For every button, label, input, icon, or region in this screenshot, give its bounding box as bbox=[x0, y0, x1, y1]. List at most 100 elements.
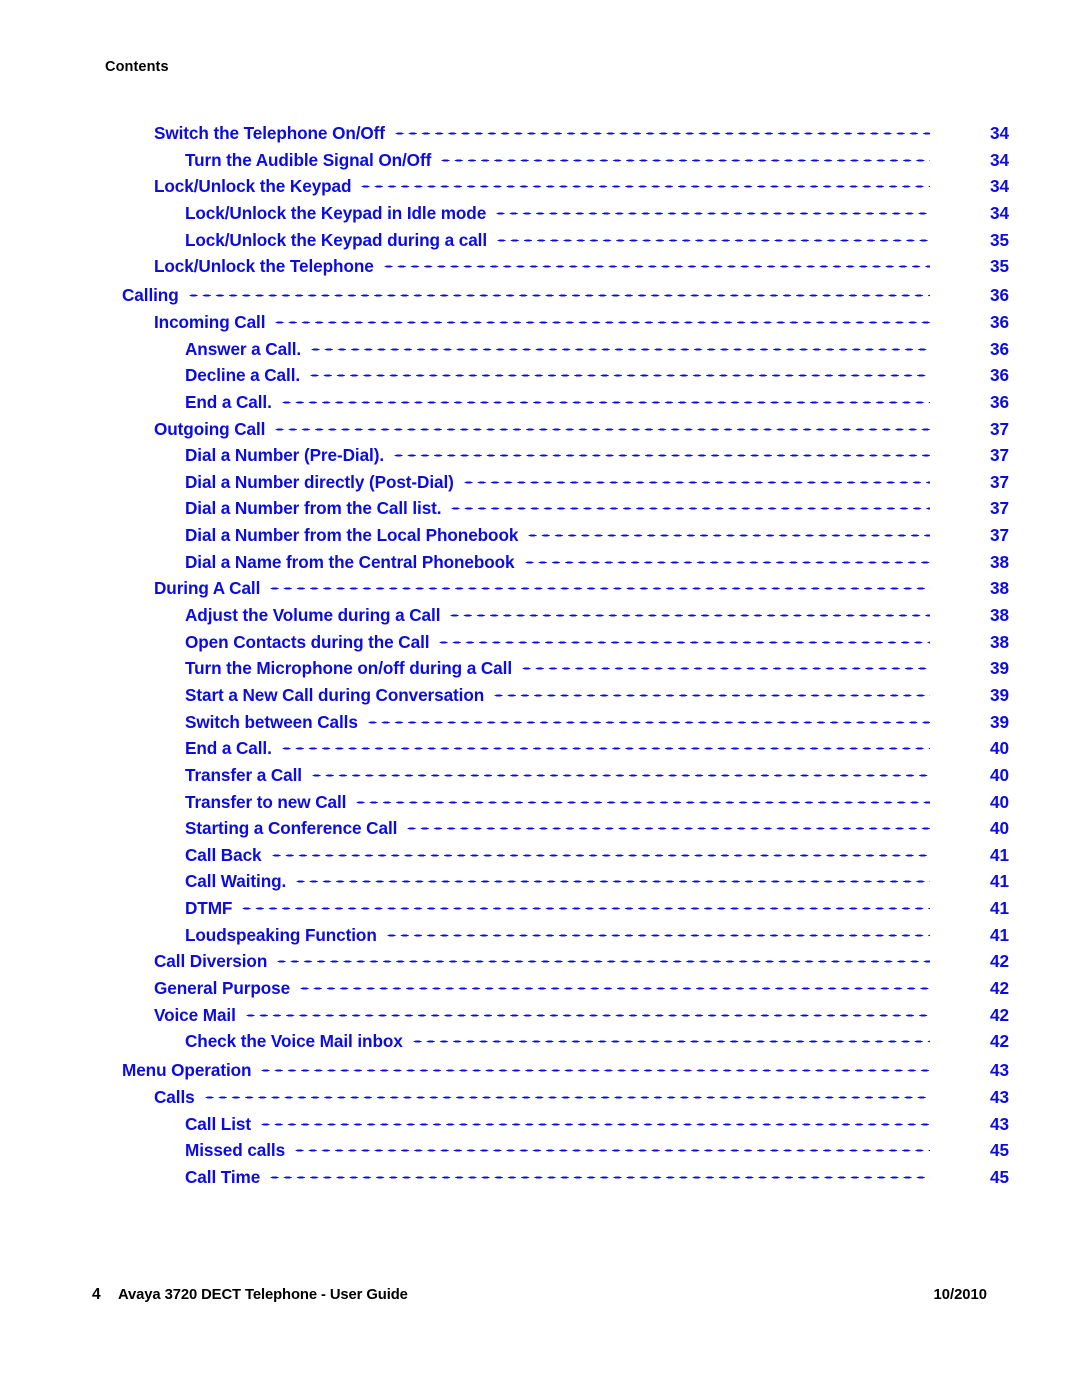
toc-entry-page-number: 39 bbox=[990, 711, 1009, 732]
toc-row: Call Time 45 bbox=[0, 1164, 1080, 1191]
toc-entry-title: Lock/Unlock the Keypad bbox=[154, 176, 352, 197]
toc-entry[interactable]: Lock/Unlock the Telephone 35 bbox=[0, 253, 1080, 280]
toc-entry-page-number: 38 bbox=[990, 578, 1009, 599]
toc-entry[interactable]: Incoming Call 36 bbox=[0, 309, 1080, 336]
toc-row: Calls 43 bbox=[0, 1084, 1080, 1111]
toc-entry[interactable]: Call Diversion 42 bbox=[0, 948, 1080, 975]
footer-document-title: Avaya 3720 DECT Telephone - User Guide bbox=[118, 1287, 408, 1303]
toc-row: Outgoing Call 37 bbox=[0, 416, 1080, 443]
toc-entry[interactable]: Turn the Audible Signal On/Off 34 bbox=[0, 147, 1080, 174]
toc-entry[interactable]: Transfer a Call 40 bbox=[0, 762, 1080, 789]
toc-entry-page-number: 40 bbox=[990, 764, 1009, 785]
toc-entry-page-number: 41 bbox=[990, 844, 1009, 865]
toc-entry[interactable]: Loudspeaking Function 41 bbox=[0, 922, 1080, 949]
toc-entry[interactable]: Dial a Number from the Call list. 37 bbox=[0, 495, 1080, 522]
toc-entry-page-number: 37 bbox=[990, 525, 1009, 546]
toc-entry-page-number: 45 bbox=[990, 1166, 1009, 1187]
toc-dot-leader bbox=[354, 789, 930, 806]
toc-entry[interactable]: Dial a Number directly (Post-Dial) 37 bbox=[0, 469, 1080, 496]
toc-row: Dial a Number from the Call list. 37 bbox=[0, 495, 1080, 522]
toc-entry-title: Loudspeaking Function bbox=[185, 924, 377, 945]
toc-entry[interactable]: DTMF 41 bbox=[0, 895, 1080, 922]
toc-entry[interactable]: Open Contacts during the Call 38 bbox=[0, 629, 1080, 656]
toc-entry[interactable]: Check the Voice Mail inbox 42 bbox=[0, 1028, 1080, 1055]
toc-entry-page-number: 36 bbox=[990, 311, 1009, 332]
toc-entry[interactable]: Dial a Name from the Central Phonebook 38 bbox=[0, 549, 1080, 576]
toc-entry-title: Dial a Number (Pre-Dial). bbox=[185, 445, 385, 466]
toc-row: Menu Operation 43 bbox=[0, 1057, 1080, 1084]
toc-entry[interactable]: Call List 43 bbox=[0, 1111, 1080, 1138]
toc-dot-leader bbox=[268, 575, 930, 592]
toc-row: Call Diversion 42 bbox=[0, 948, 1080, 975]
toc-entry[interactable]: Calling 36 bbox=[0, 282, 1080, 309]
toc-row: Lock/Unlock the Keypad in Idle mode 34 bbox=[0, 200, 1080, 227]
toc-dot-leader bbox=[461, 469, 930, 486]
toc-dot-leader bbox=[359, 173, 930, 190]
toc-entry[interactable]: Dial a Number from the Local Phonebook 37 bbox=[0, 522, 1080, 549]
toc-dot-leader bbox=[437, 629, 930, 646]
toc-entry-title: Calls bbox=[154, 1087, 195, 1108]
toc-entry-page-number: 37 bbox=[990, 418, 1009, 439]
toc-entry[interactable]: Call Time 45 bbox=[0, 1164, 1080, 1191]
toc-entry-title: Lock/Unlock the Keypad during a call bbox=[185, 229, 488, 250]
toc-entry[interactable]: Menu Operation 43 bbox=[0, 1057, 1080, 1084]
toc-entry-title: Start a New Call during Conversation bbox=[185, 684, 485, 705]
toc-dot-leader bbox=[494, 200, 930, 217]
toc-entry[interactable]: Start a New Call during Conversation 39 bbox=[0, 682, 1080, 709]
toc-entry-title: Incoming Call bbox=[154, 311, 266, 332]
toc-dot-leader bbox=[309, 762, 930, 779]
toc-entry[interactable]: Voice Mail 42 bbox=[0, 1002, 1080, 1029]
toc-row: Adjust the Volume during a Call 38 bbox=[0, 602, 1080, 629]
toc-entry-page-number: 37 bbox=[990, 445, 1009, 466]
toc-row: End a Call. 40 bbox=[0, 735, 1080, 762]
toc-entry-page-number: 36 bbox=[990, 285, 1009, 306]
toc-dot-leader bbox=[392, 120, 930, 137]
toc-entry[interactable]: Calls 43 bbox=[0, 1084, 1080, 1111]
toc-entry-page-number: 43 bbox=[990, 1087, 1009, 1108]
toc-row: Starting a Conference Call 40 bbox=[0, 815, 1080, 842]
toc-entry[interactable]: Starting a Conference Call 40 bbox=[0, 815, 1080, 842]
toc-entry[interactable]: Lock/Unlock the Keypad during a call 35 bbox=[0, 227, 1080, 254]
toc-entry-title: Call Diversion bbox=[154, 951, 268, 972]
toc-entry-title: Dial a Number directly (Post-Dial) bbox=[185, 471, 454, 492]
toc-entry[interactable]: End a Call. 40 bbox=[0, 735, 1080, 762]
toc-row: Call Waiting. 41 bbox=[0, 868, 1080, 895]
toc-entry[interactable]: Switch between Calls 39 bbox=[0, 709, 1080, 736]
toc-dot-leader bbox=[365, 709, 930, 726]
toc-entry-page-number: 39 bbox=[990, 658, 1009, 679]
toc-entry-page-number: 45 bbox=[990, 1140, 1009, 1161]
toc-entry-page-number: 42 bbox=[990, 1004, 1009, 1025]
toc-entry[interactable]: Missed calls 45 bbox=[0, 1137, 1080, 1164]
toc-dot-leader bbox=[439, 147, 930, 164]
toc-entry-title: General Purpose bbox=[154, 978, 291, 998]
toc-entry[interactable]: End a Call. 36 bbox=[0, 389, 1080, 416]
toc-row: Lock/Unlock the Keypad 34 bbox=[0, 173, 1080, 200]
toc-entry[interactable]: Call Back 41 bbox=[0, 842, 1080, 869]
toc-entry[interactable]: Turn the Microphone on/off during a Call… bbox=[0, 655, 1080, 682]
toc-row: End a Call. 36 bbox=[0, 389, 1080, 416]
toc-entry-page-number: 34 bbox=[990, 202, 1009, 223]
toc-entry[interactable]: Switch the Telephone On/Off 34 bbox=[0, 120, 1080, 147]
toc-entry-title: Dial a Number from the Call list. bbox=[185, 498, 442, 519]
toc-entry-title: End a Call. bbox=[185, 391, 272, 412]
toc-entry-page-number: 35 bbox=[990, 229, 1009, 250]
toc-entry[interactable]: Adjust the Volume during a Call 38 bbox=[0, 602, 1080, 629]
toc-entry[interactable]: Transfer to new Call 40 bbox=[0, 789, 1080, 816]
toc-entry-title: Adjust the Volume during a Call bbox=[185, 605, 441, 626]
toc-entry-title: Decline a Call. bbox=[185, 365, 301, 386]
toc-entry[interactable]: During A Call 38 bbox=[0, 575, 1080, 602]
toc-entry[interactable]: Outgoing Call 37 bbox=[0, 416, 1080, 443]
toc-row: Incoming Call 36 bbox=[0, 309, 1080, 336]
toc-entry[interactable]: Lock/Unlock the Keypad in Idle mode 34 bbox=[0, 200, 1080, 227]
toc-entry[interactable]: Lock/Unlock the Keypad 34 bbox=[0, 173, 1080, 200]
toc-entry[interactable]: Dial a Number (Pre-Dial). 37 bbox=[0, 442, 1080, 469]
toc-entry-title: Voice Mail bbox=[154, 1004, 236, 1025]
toc-entry[interactable]: Call Waiting. 41 bbox=[0, 868, 1080, 895]
toc-entry[interactable]: Decline a Call. 36 bbox=[0, 362, 1080, 389]
toc-entry[interactable]: Answer a Call. 36 bbox=[0, 336, 1080, 363]
toc-row: General Purpose 42 bbox=[0, 975, 1080, 1002]
toc-dot-leader bbox=[243, 1002, 930, 1019]
toc-entry[interactable]: General Purpose 42 bbox=[0, 975, 1080, 1002]
toc-dot-leader bbox=[294, 868, 930, 885]
toc-entry-title: Turn the Microphone on/off during a Call bbox=[185, 658, 512, 679]
